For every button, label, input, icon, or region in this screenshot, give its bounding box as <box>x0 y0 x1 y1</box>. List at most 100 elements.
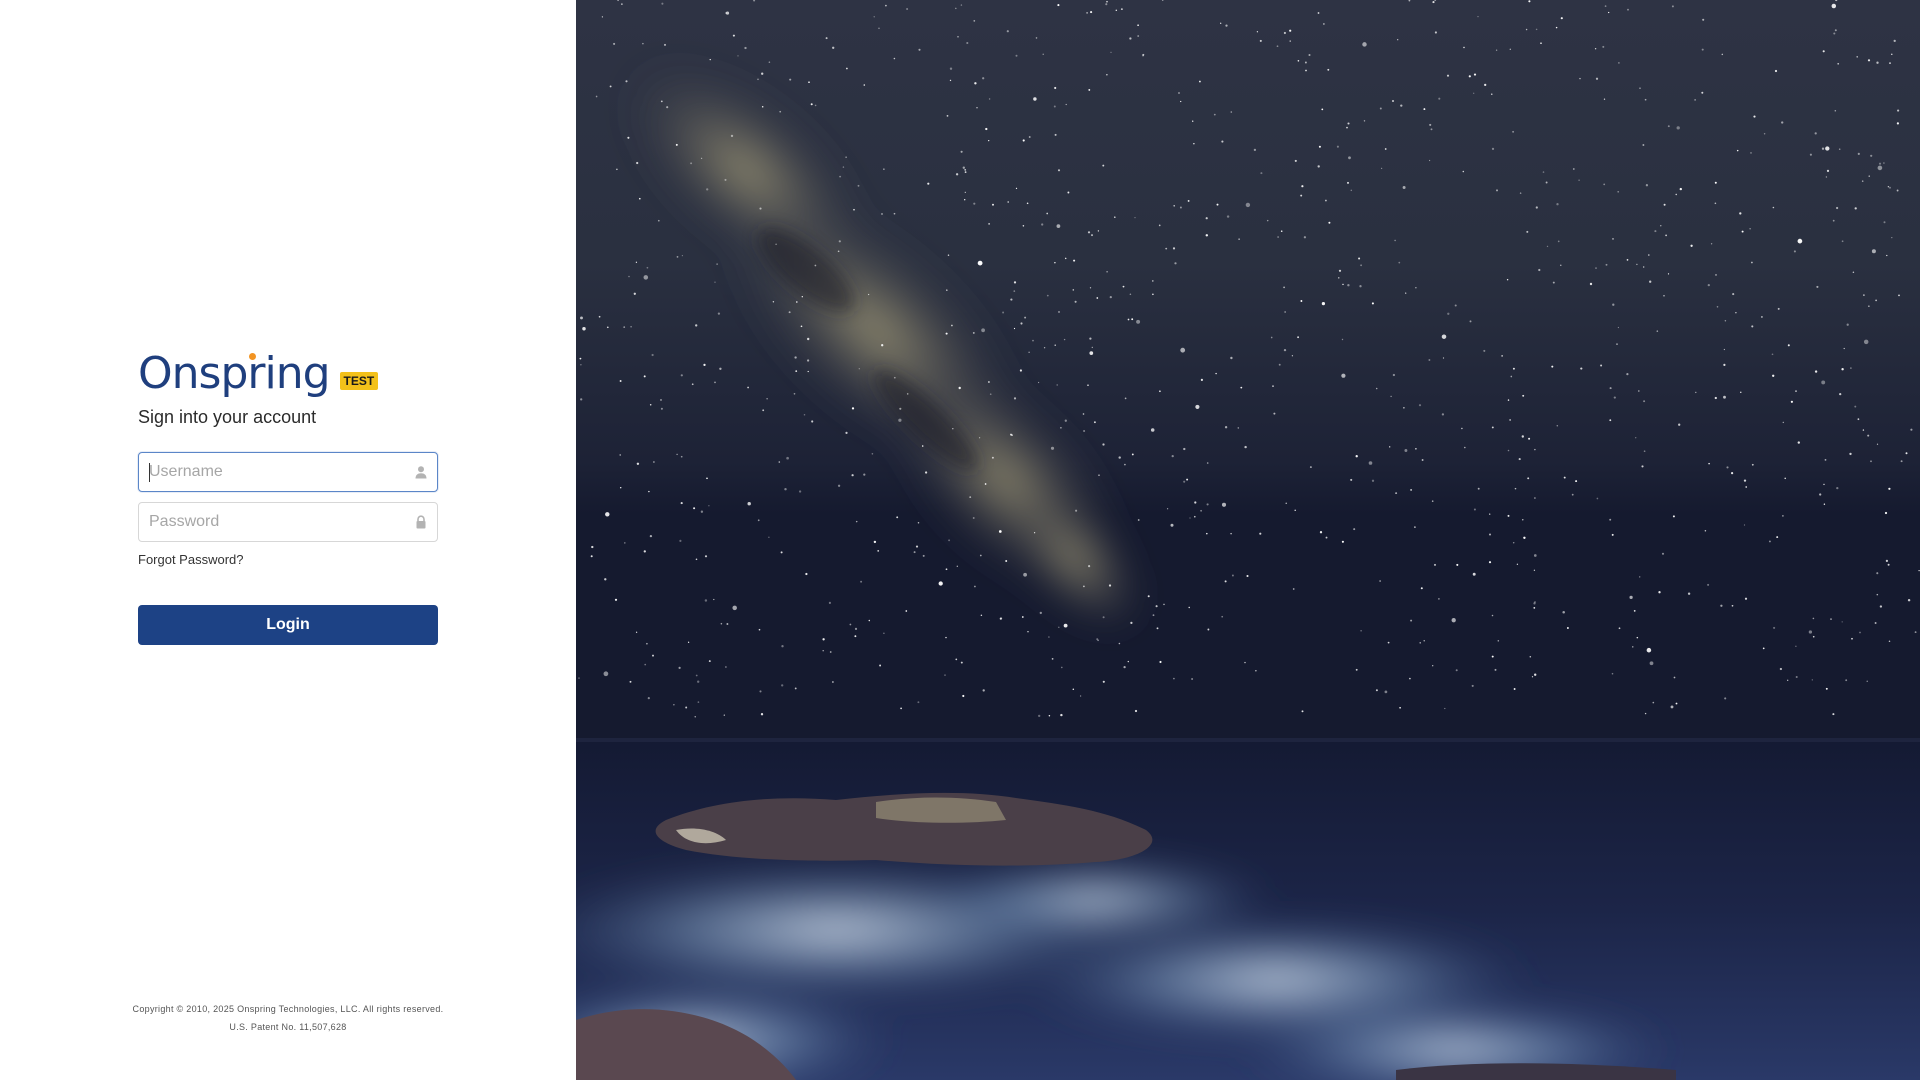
star <box>1795 390 1797 392</box>
star <box>1056 224 1061 228</box>
star <box>700 510 704 513</box>
star <box>768 61 771 63</box>
star <box>1701 48 1704 51</box>
star <box>1159 660 1162 664</box>
star <box>1189 517 1191 519</box>
star <box>644 663 647 666</box>
star <box>1075 509 1078 512</box>
star <box>1884 511 1888 515</box>
star <box>960 150 963 153</box>
star <box>948 539 951 542</box>
star <box>1387 641 1390 644</box>
star <box>1887 186 1890 188</box>
star <box>1194 515 1196 518</box>
star <box>955 7 957 10</box>
star <box>1102 443 1105 446</box>
star <box>1226 215 1230 218</box>
star <box>1832 713 1835 716</box>
star <box>972 331 975 334</box>
star <box>1605 263 1608 266</box>
star <box>1571 493 1574 496</box>
star <box>580 316 583 320</box>
star <box>1744 597 1748 600</box>
star <box>1825 687 1828 690</box>
star <box>1823 483 1825 486</box>
star <box>1414 526 1416 528</box>
star <box>1423 640 1425 642</box>
username-field[interactable] <box>138 452 438 492</box>
star <box>878 27 880 30</box>
star <box>1643 400 1646 403</box>
star <box>762 409 765 412</box>
star <box>1841 621 1843 623</box>
star <box>1556 425 1559 427</box>
star <box>1105 3 1108 6</box>
star <box>1355 668 1358 671</box>
star <box>680 455 683 458</box>
star <box>1336 145 1339 148</box>
star <box>1776 536 1779 539</box>
star <box>646 266 649 269</box>
star <box>675 143 678 146</box>
star <box>1830 618 1832 620</box>
star <box>1041 223 1044 226</box>
star <box>623 326 626 328</box>
star <box>660 407 663 410</box>
star <box>1230 356 1233 360</box>
star <box>720 622 723 625</box>
star <box>1663 295 1665 297</box>
star <box>1841 240 1844 243</box>
star <box>1384 148 1387 150</box>
star <box>1488 561 1492 564</box>
star <box>1861 180 1864 182</box>
star <box>1024 316 1027 319</box>
star <box>1491 147 1495 151</box>
star <box>1187 199 1190 202</box>
star <box>1531 676 1534 678</box>
star <box>1283 348 1287 352</box>
star <box>704 555 708 558</box>
star <box>1609 419 1612 422</box>
star <box>1714 181 1717 184</box>
star <box>1636 636 1639 639</box>
star <box>1513 688 1516 690</box>
star <box>1875 299 1877 302</box>
star <box>1749 228 1751 230</box>
star <box>1060 713 1063 717</box>
star <box>1428 359 1431 361</box>
login-panel: Onspring TEST Sign into your account Use… <box>0 0 576 1080</box>
star <box>1572 168 1575 170</box>
star <box>1519 192 1522 194</box>
star <box>700 157 703 159</box>
star <box>788 311 791 314</box>
star <box>604 578 607 581</box>
star <box>1192 120 1194 122</box>
star <box>732 34 735 37</box>
star <box>1634 436 1637 439</box>
star <box>1868 175 1870 177</box>
star <box>1054 133 1057 136</box>
star <box>906 7 909 11</box>
forgot-password-link[interactable]: Forgot Password? <box>138 552 244 567</box>
star <box>1058 626 1060 629</box>
star <box>1341 373 1346 378</box>
star <box>1013 397 1017 400</box>
star <box>1124 397 1127 400</box>
star <box>1090 11 1093 14</box>
star <box>1723 363 1726 367</box>
star <box>1186 478 1189 481</box>
star <box>691 383 694 386</box>
star <box>893 57 896 60</box>
password-input[interactable] <box>139 503 409 541</box>
star <box>1889 62 1891 64</box>
star <box>695 558 698 561</box>
star <box>1645 184 1649 187</box>
star <box>1409 677 1411 680</box>
star <box>716 263 718 265</box>
star <box>945 636 947 639</box>
password-field[interactable] <box>138 502 438 542</box>
login-button[interactable]: Login <box>138 605 438 645</box>
username-input[interactable] <box>139 453 409 491</box>
star <box>652 654 654 657</box>
star <box>646 642 648 645</box>
